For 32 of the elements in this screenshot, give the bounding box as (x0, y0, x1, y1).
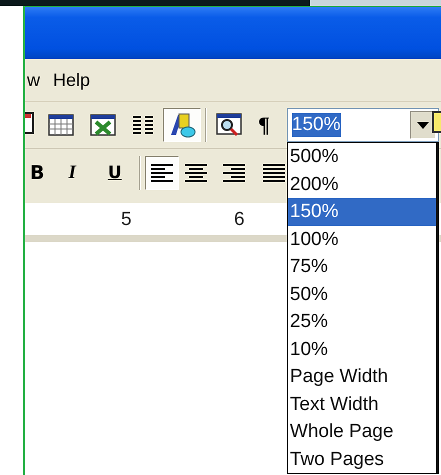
columns-icon (132, 115, 154, 135)
zoom-option[interactable]: 150% (288, 198, 436, 226)
shapes-icon (168, 111, 196, 139)
italic-button[interactable]: I (63, 156, 81, 190)
shapes-button[interactable] (163, 108, 201, 142)
menu-item[interactable]: w (27, 70, 49, 90)
zoom-option[interactable]: 200% (288, 170, 436, 198)
zoom-option[interactable]: Page Width (288, 363, 436, 390)
table-icon (48, 114, 74, 136)
ruler-number: 5 (121, 209, 132, 231)
underline-button[interactable]: U (102, 156, 127, 190)
zoom-option[interactable]: 25% (288, 308, 436, 336)
zoom-option[interactable]: Two Pages (288, 446, 436, 473)
zoom-option[interactable]: 50% (288, 280, 436, 308)
menu-item[interactable]: Help (49, 70, 100, 90)
zoom-option[interactable]: Text Width (288, 390, 436, 418)
zoom-option[interactable]: 500% (288, 143, 436, 170)
align-right-icon (222, 163, 246, 183)
magnifier-icon (216, 113, 242, 137)
ruler-number: 6 (234, 209, 245, 231)
justify-icon (262, 163, 286, 183)
zoom-option[interactable]: 75% (288, 253, 436, 280)
zoom-option[interactable]: 10% (288, 336, 436, 363)
formatting-marks-button[interactable]: ¶ (253, 108, 275, 142)
align-left-button[interactable] (144, 156, 179, 190)
align-left-icon (150, 163, 174, 183)
align-center-icon (184, 163, 208, 183)
bold-button[interactable]: B (25, 156, 50, 190)
zoom-option[interactable]: 100% (288, 226, 436, 253)
zoom-option[interactable]: Whole Page (288, 418, 436, 446)
spreadsheet-icon (90, 114, 116, 136)
toolbar-icon[interactable] (25, 110, 35, 134)
